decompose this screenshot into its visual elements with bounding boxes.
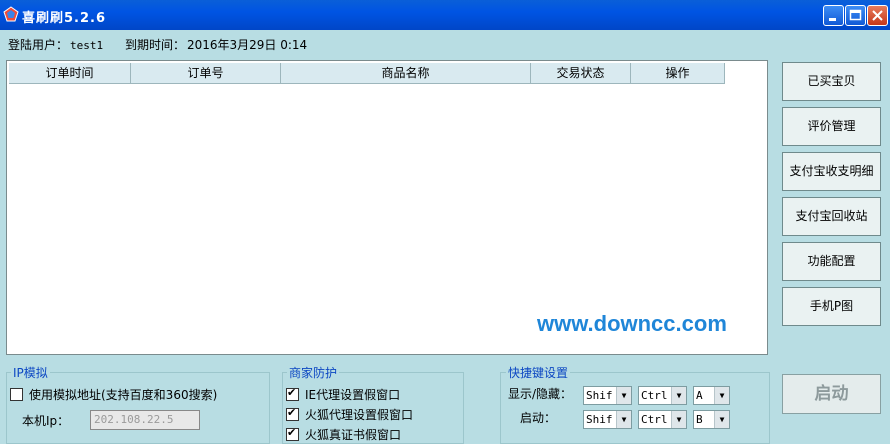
column-header-operation[interactable]: 操作: [631, 63, 725, 84]
start-key2-select[interactable]: Ctrl ▼: [638, 410, 687, 429]
dropdown-arrow-icon: ▼: [714, 411, 729, 428]
order-table[interactable]: 订单时间 订单号 商品名称 交易状态 操作 www.downcc.com: [6, 60, 768, 355]
column-header-order-time[interactable]: 订单时间: [9, 63, 131, 84]
start-hotkey-label: 启动：: [520, 411, 557, 425]
alipay-details-button[interactable]: 支付宝收支明细: [782, 152, 881, 191]
checkbox-checked[interactable]: [286, 406, 299, 421]
checkbox-checked[interactable]: [286, 426, 299, 441]
watermark: www.downcc.com: [537, 311, 727, 336]
maximize-icon: [849, 9, 862, 21]
dropdown-arrow-icon: ▼: [671, 387, 686, 404]
expire-value: 2016年3月29日 0:14: [186, 38, 308, 52]
window-title: 喜刷刷5.2.6: [22, 11, 107, 26]
merchant-section-title: 商家防护: [287, 364, 340, 381]
dropdown-arrow-icon: ▼: [616, 387, 631, 404]
local-ip-label: 本机Ip：: [22, 414, 70, 428]
maximize-button[interactable]: [845, 5, 866, 26]
table-header: 订单时间 订单号 商品名称 交易状态 操作: [9, 63, 725, 84]
login-user-label: 登陆用户：: [8, 38, 69, 52]
local-ip-field[interactable]: 202.108.22.5: [90, 410, 200, 430]
use-sim-address-checkbox[interactable]: 使用模拟地址(支持百度和360搜索): [10, 386, 217, 403]
firefox-cert-label: 火狐真证书假窗口: [305, 428, 402, 442]
ip-groupbox: [6, 372, 270, 444]
bought-items-button[interactable]: 已买宝贝: [782, 62, 881, 101]
ie-proxy-label: IE代理设置假窗口: [305, 388, 401, 402]
dropdown-arrow-icon: ▼: [671, 411, 686, 428]
firefox-proxy-label: 火狐代理设置假窗口: [305, 408, 414, 422]
expire-label: 到期时间：: [124, 38, 185, 52]
alipay-recycle-button[interactable]: 支付宝回收站: [782, 197, 881, 236]
show-hide-key1-select[interactable]: Shif ▼: [583, 386, 632, 405]
use-sim-address-label: 使用模拟地址(支持百度和360搜索): [29, 388, 218, 402]
close-icon: [872, 10, 883, 21]
feature-config-button[interactable]: 功能配置: [782, 242, 881, 281]
phone-photo-button[interactable]: 手机P图: [782, 287, 881, 326]
user-info-bar: 登陆用户： test1 到期时间： 2016年3月29日 0:14: [8, 36, 309, 53]
column-header-trade-status[interactable]: 交易状态: [531, 63, 631, 84]
title-bar: 喜刷刷5.2.6: [0, 0, 890, 30]
hotkey-groupbox: [500, 372, 770, 444]
checkbox-box[interactable]: [10, 388, 23, 401]
checkbox-checked[interactable]: [286, 386, 299, 401]
start-button[interactable]: 启动: [782, 374, 881, 414]
dropdown-arrow-icon: ▼: [714, 387, 729, 404]
show-hide-label: 显示/隐藏：: [508, 387, 573, 401]
login-user-value: test1: [70, 39, 104, 52]
ip-section-title: IP模拟: [11, 364, 50, 381]
show-hide-key2-select[interactable]: Ctrl ▼: [638, 386, 687, 405]
column-header-product-name[interactable]: 商品名称: [281, 63, 531, 84]
minimize-button[interactable]: [823, 5, 844, 26]
hotkey-section-title: 快捷键设置: [506, 364, 571, 381]
ie-proxy-checkbox[interactable]: IE代理设置假窗口: [286, 386, 400, 403]
firefox-proxy-checkbox[interactable]: 火狐代理设置假窗口: [286, 406, 413, 423]
column-header-order-no[interactable]: 订单号: [131, 63, 281, 84]
close-button[interactable]: [867, 5, 888, 26]
start-key3-select[interactable]: B ▼: [693, 410, 730, 429]
show-hide-key3-select[interactable]: A ▼: [693, 386, 730, 405]
start-key1-select[interactable]: Shif ▼: [583, 410, 632, 429]
minimize-icon: [829, 18, 836, 21]
review-management-button[interactable]: 评价管理: [782, 107, 881, 146]
dropdown-arrow-icon: ▼: [616, 411, 631, 428]
firefox-cert-checkbox[interactable]: 火狐真证书假窗口: [286, 426, 401, 443]
app-logo-icon: [3, 6, 19, 22]
